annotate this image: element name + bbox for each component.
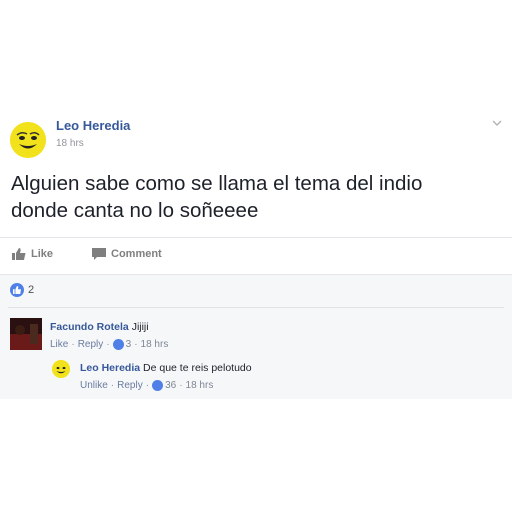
post-card: Leo Heredia 18 hrs Alguien sabe como se … [0, 106, 512, 399]
commenter-avatar[interactable] [10, 318, 42, 350]
comment-2-author[interactable]: Leo Heredia [80, 362, 140, 374]
comment-2-unlike-link[interactable]: Unlike [80, 380, 108, 391]
author-avatar[interactable] [10, 122, 46, 158]
reaction-count: 2 [28, 284, 35, 296]
separator: · [110, 380, 115, 391]
comment-2-body: Leo Heredia De que te reis pelotudo [80, 362, 252, 374]
comment-1-like-link[interactable]: Like [50, 339, 68, 350]
comment-1-like-count[interactable]: 3 [126, 339, 132, 350]
post-text: Alguien sabe como se llama el tema del i… [11, 172, 423, 222]
comment-2-reply-link[interactable]: Reply [117, 380, 143, 391]
reaction-summary[interactable]: 2 [10, 283, 34, 297]
profile-photo-icon [10, 318, 42, 350]
reply-author-avatar[interactable] [52, 360, 70, 378]
separator: · [106, 339, 110, 350]
meme-face-icon [10, 122, 46, 158]
separator: · [134, 339, 138, 350]
comment-2-time[interactable]: 18 hrs [186, 380, 214, 391]
separator: · [179, 380, 183, 391]
divider [8, 307, 504, 308]
separator: · [145, 380, 150, 391]
comment-2-text: De que te reis pelotudo [143, 362, 252, 374]
comment-button[interactable]: Comment [92, 248, 162, 260]
comment-1-text: Jijiji [131, 321, 149, 333]
chevron-down-icon[interactable] [492, 118, 502, 128]
like-button-label: Like [31, 248, 54, 260]
action-bar: Like Comment [0, 237, 512, 274]
comment-2-meta: Unlike · Reply · 36 · 18 hrs [80, 380, 213, 391]
like-reaction-icon [152, 380, 164, 391]
meme-face-icon [52, 360, 70, 378]
like-reaction-icon [112, 339, 124, 350]
comments-section: 2 [0, 274, 512, 399]
like-button[interactable]: Like [12, 248, 53, 260]
comment-2-like-count[interactable]: 36 [165, 380, 176, 391]
comment-1-meta: Like · Reply · 3 · 18 hrs [50, 339, 168, 350]
like-reaction-icon [10, 283, 24, 297]
comment-button-label: Comment [111, 248, 162, 260]
comment-icon [92, 248, 106, 260]
separator: · [71, 339, 75, 350]
comment-1-time[interactable]: 18 hrs [141, 339, 169, 350]
comment-1-reply-link[interactable]: Reply [78, 339, 104, 350]
post-timestamp[interactable]: 18 hrs [56, 138, 84, 149]
comment-1-author[interactable]: Facundo Rotela [50, 321, 129, 333]
post-author-name[interactable]: Leo Heredia [56, 118, 130, 133]
comment-1-body: Facundo Rotela Jijiji [50, 321, 149, 333]
thumbs-up-icon [12, 248, 26, 260]
